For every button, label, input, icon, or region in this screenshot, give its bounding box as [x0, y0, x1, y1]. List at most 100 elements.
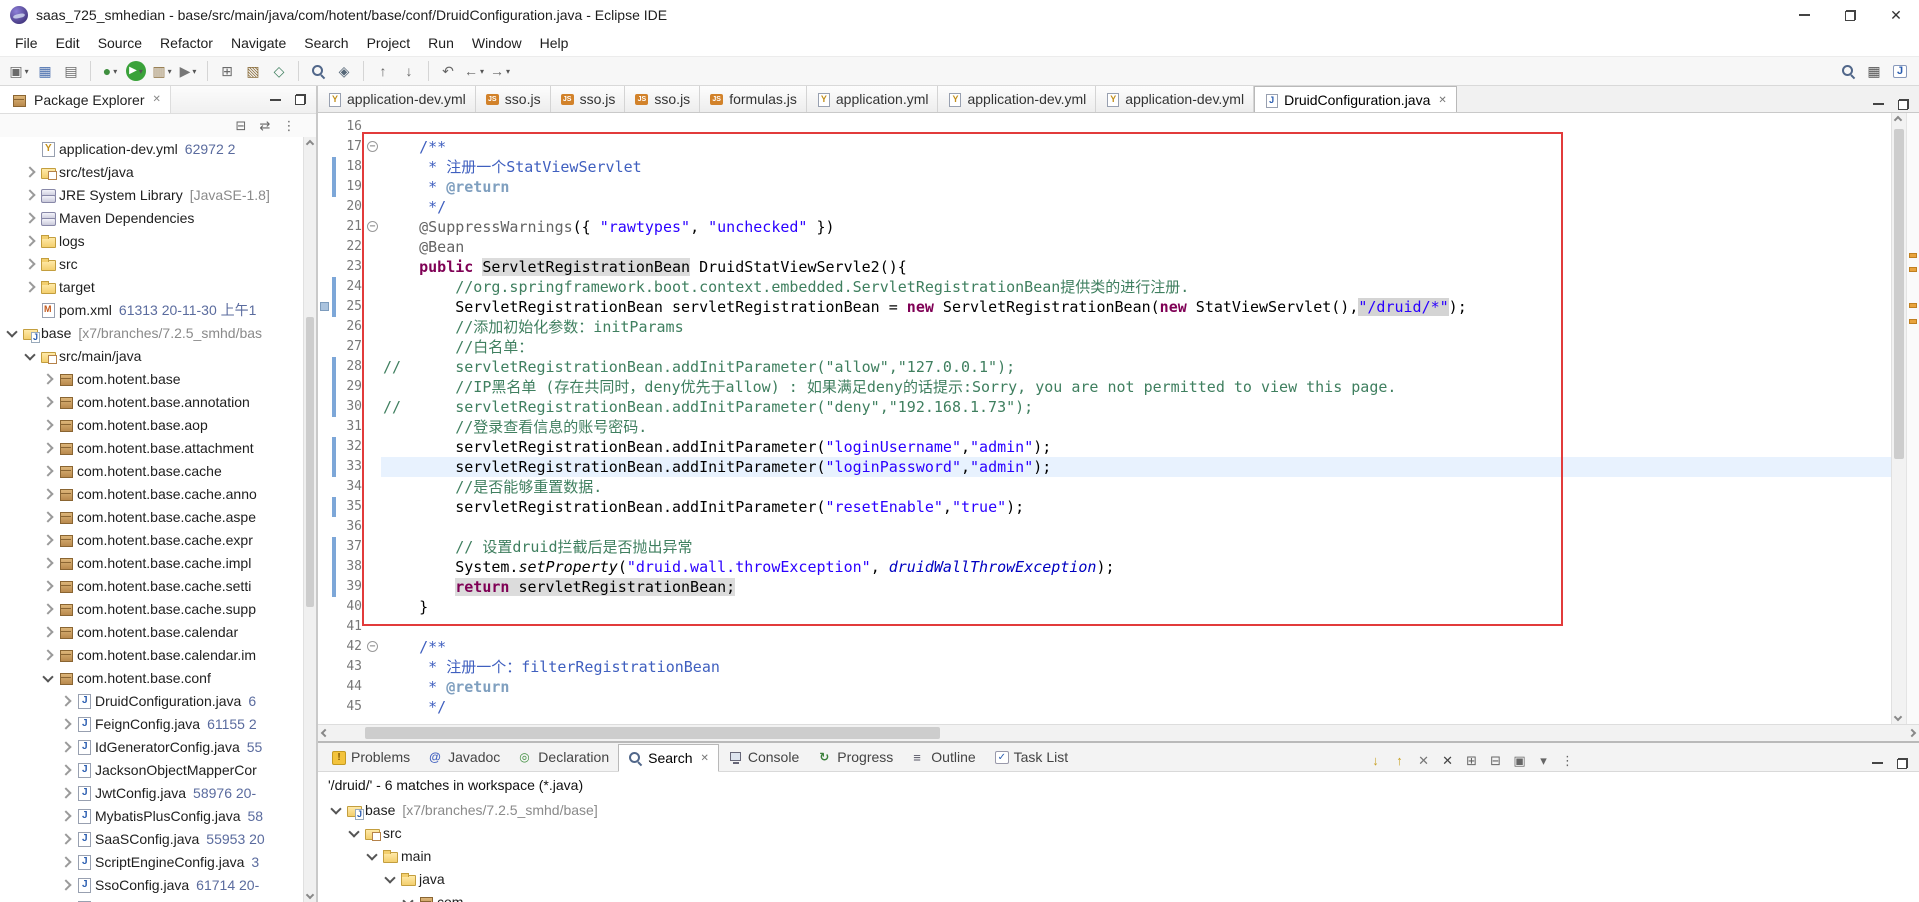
java-search-button[interactable] [306, 59, 330, 83]
annotation-ruler-cell[interactable] [318, 417, 332, 437]
collapse-all-button[interactable]: ⊟ [231, 116, 251, 136]
restore-window-button[interactable] [1827, 0, 1873, 30]
chevron-collapsed-icon[interactable] [40, 371, 56, 387]
editor-tab-sso.js[interactable]: sso.js [551, 86, 626, 112]
chevron-collapsed-icon[interactable] [58, 762, 74, 778]
annotation-ruler-cell[interactable] [318, 357, 332, 377]
chevron-collapsed-icon[interactable] [58, 785, 74, 801]
view-tab-javadoc[interactable]: Javadoc [419, 743, 509, 771]
editor-tab-application-dev.yml[interactable]: application-dev.yml [1096, 86, 1254, 112]
annotation-ruler-cell[interactable] [318, 617, 332, 637]
code-line-16[interactable]: 16 [318, 117, 1891, 137]
editor-tab-application.yml[interactable]: application.yml [807, 86, 939, 112]
annotation-ruler-cell[interactable] [318, 517, 332, 537]
code-line-25[interactable]: 25 ServletRegistrationBean servletRegist… [318, 297, 1891, 317]
editor-tab-application-dev.yml[interactable]: application-dev.yml [938, 86, 1096, 112]
view-tab-console[interactable]: Console [719, 743, 808, 771]
code-line-43[interactable]: 43 * 注册一个：filterRegistrationBean [318, 657, 1891, 677]
chevron-collapsed-icon[interactable] [22, 187, 38, 203]
annotation-ruler-cell[interactable] [318, 657, 332, 677]
chevron-collapsed-icon[interactable] [40, 555, 56, 571]
editor-tab-application-dev.yml[interactable]: application-dev.yml [318, 86, 476, 112]
chevron-collapsed-icon[interactable] [58, 808, 74, 824]
explorer-item-row[interactable]: com.hotent.base.cache.anno [0, 482, 303, 505]
chevron-collapsed-icon[interactable] [40, 394, 56, 410]
code-line-32[interactable]: 32 servletRegistrationBean.addInitParame… [318, 437, 1891, 457]
code-line-28[interactable]: 28// servletRegistrationBean.addInitPara… [318, 357, 1891, 377]
chevron-collapsed-icon[interactable] [40, 440, 56, 456]
explorer-item-row[interactable]: JacksonObjectMapperCor [0, 758, 303, 781]
close-window-button[interactable]: ✕ [1873, 0, 1919, 30]
annotation-ruler-cell[interactable] [318, 497, 332, 517]
code-line-42[interactable]: 42 /** [318, 637, 1891, 657]
search-result-row[interactable]: com [318, 890, 1919, 902]
chevron-collapsed-icon[interactable] [22, 210, 38, 226]
scrollbar-thumb[interactable] [1894, 129, 1904, 459]
annotation-ruler-cell[interactable] [318, 637, 332, 657]
scroll-left-icon[interactable] [321, 729, 329, 737]
search-result-row[interactable]: src [318, 821, 1919, 844]
view-tab-progress[interactable]: Progress [808, 743, 902, 771]
code-line-20[interactable]: 20 */ [318, 197, 1891, 217]
code-line-29[interactable]: 29 //IP黑名单 (存在共同时，deny优先于allow) : 如果满足de… [318, 377, 1891, 397]
back-button[interactable]: ←▾ [462, 59, 486, 83]
explorer-item-row[interactable]: com.hotent.base.cache [0, 459, 303, 482]
code-editor[interactable]: 1617 /**18 * 注册一个StatViewServlet19 * @re… [318, 113, 1891, 724]
code-line-26[interactable]: 26 //添加初始化参数：initParams [318, 317, 1891, 337]
collapse-all-button[interactable]: ⊟ [1485, 750, 1506, 771]
annotation-ruler-cell[interactable] [318, 457, 332, 477]
code-line-38[interactable]: 38 System.setProperty("druid.wall.throwE… [318, 557, 1891, 577]
chevron-expanded-icon[interactable] [346, 825, 362, 841]
explorer-item-row[interactable]: application-dev.yml62972 2 [0, 137, 303, 160]
code-line-23[interactable]: 23 public ServletRegistrationBean DruidS… [318, 257, 1891, 277]
code-line-33[interactable]: 33 servletRegistrationBean.addInitParame… [318, 457, 1891, 477]
maximize-view-button[interactable] [292, 92, 308, 108]
print-button[interactable]: ▤ [59, 59, 83, 83]
view-tab-task-list[interactable]: Task List [985, 743, 1077, 771]
chevron-collapsed-icon[interactable] [58, 854, 74, 870]
view-tab-problems[interactable]: Problems [322, 743, 419, 771]
explorer-item-row[interactable]: com.hotent.base.cache.impl [0, 551, 303, 574]
expand-all-button[interactable]: ⊞ [1461, 750, 1482, 771]
annotation-ruler-cell[interactable] [318, 197, 332, 217]
explorer-item-row[interactable]: src/main/java [0, 344, 303, 367]
explorer-item-row[interactable] [0, 896, 303, 902]
scroll-down-icon[interactable] [1894, 713, 1902, 721]
next-annotation-button[interactable]: ↓ [397, 59, 421, 83]
annotation-ruler-cell[interactable] [318, 377, 332, 397]
chevron-collapsed-icon[interactable] [58, 716, 74, 732]
new-class-button[interactable]: ◇ [267, 59, 291, 83]
view-menu-button[interactable]: ⋮ [279, 116, 299, 136]
explorer-item-row[interactable]: ScriptEngineConfig.java3 [0, 850, 303, 873]
code-line-35[interactable]: 35 servletRegistrationBean.addInitParame… [318, 497, 1891, 517]
code-line-17[interactable]: 17 /** [318, 137, 1891, 157]
search-history-button[interactable]: ▾ [1533, 750, 1554, 771]
annotation-ruler-cell[interactable] [318, 217, 332, 237]
minimize-view-button[interactable] [267, 92, 283, 108]
explorer-item-row[interactable]: src [0, 252, 303, 275]
previous-match-button[interactable]: ↑ [1389, 750, 1410, 771]
menu-item-edit[interactable]: Edit [47, 32, 89, 54]
code-line-22[interactable]: 22 @Bean [318, 237, 1891, 257]
remove-match-button[interactable]: ✕ [1413, 750, 1434, 771]
chevron-expanded-icon[interactable] [22, 348, 38, 364]
search-button[interactable] [1836, 59, 1860, 83]
explorer-item-row[interactable]: FeignConfig.java61155 2 [0, 712, 303, 735]
chevron-collapsed-icon[interactable] [40, 647, 56, 663]
menu-item-window[interactable]: Window [463, 32, 531, 54]
annotation-ruler-cell[interactable] [318, 297, 332, 317]
annotation-ruler-cell[interactable] [318, 317, 332, 337]
menu-item-source[interactable]: Source [89, 32, 151, 54]
next-match-button[interactable]: ↓ [1365, 750, 1386, 771]
link-with-editor-button[interactable]: ⇄ [255, 116, 275, 136]
scrollbar-thumb[interactable] [365, 727, 940, 739]
explorer-item-row[interactable]: MybatisPlusConfig.java58 [0, 804, 303, 827]
explorer-item-row[interactable]: com.hotent.base.conf [0, 666, 303, 689]
chevron-collapsed-icon[interactable] [22, 256, 38, 272]
last-edit-location-button[interactable]: ↶ [436, 59, 460, 83]
editor-vertical-scrollbar[interactable] [1891, 113, 1906, 724]
explorer-item-row[interactable]: target [0, 275, 303, 298]
view-tab-search[interactable]: Search✕ [618, 744, 719, 772]
chevron-expanded-icon[interactable] [382, 871, 398, 887]
code-line-34[interactable]: 34 //是否能够重置数据. [318, 477, 1891, 497]
